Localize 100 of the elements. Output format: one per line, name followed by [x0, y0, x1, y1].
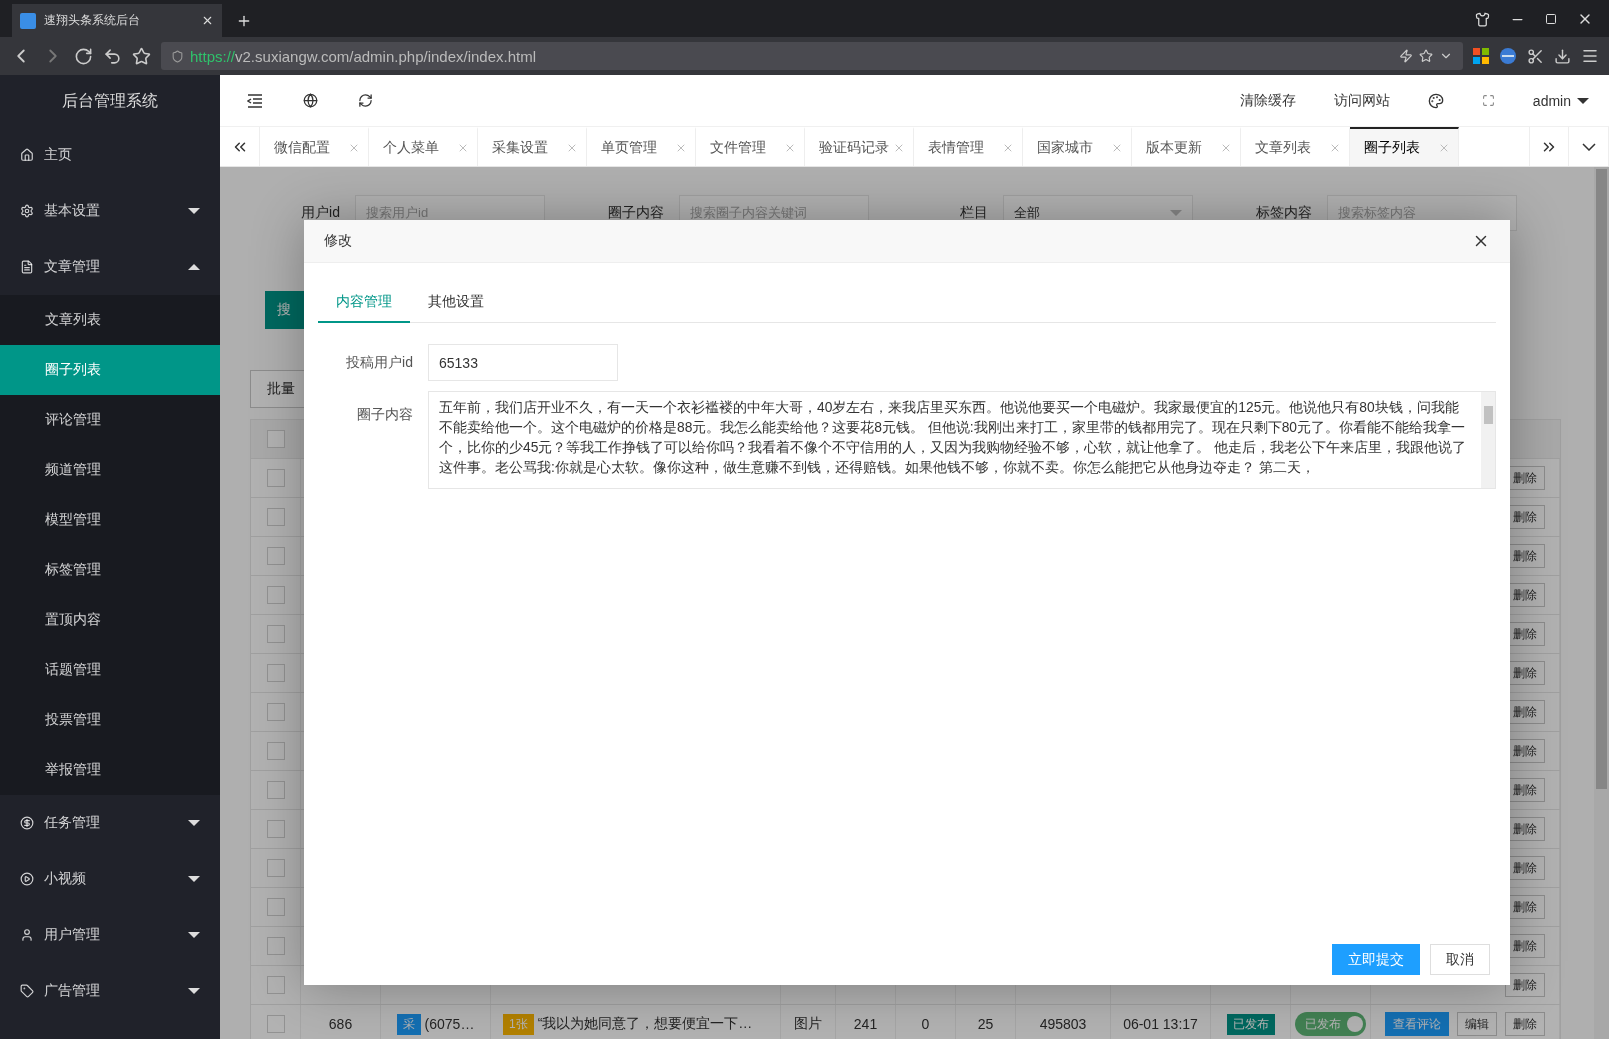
dialog-tab[interactable]: 内容管理	[318, 283, 410, 323]
field-label: 投稿用户id	[345, 353, 413, 372]
sidebar-subitem[interactable]: 评论管理	[0, 395, 220, 445]
edit-button[interactable]: 编辑	[1457, 1012, 1497, 1036]
maximize-icon[interactable]	[1545, 13, 1557, 25]
checkbox[interactable]	[266, 976, 285, 994]
image-count-tag: 1张	[503, 1013, 534, 1035]
checkbox[interactable]	[266, 508, 285, 526]
table-cell: 0	[896, 1005, 956, 1039]
scroll-right-button[interactable]	[1529, 127, 1569, 166]
user-menu[interactable]: admin	[1532, 92, 1589, 109]
sidebar-subitem[interactable]: 模型管理	[0, 495, 220, 545]
play-icon	[20, 872, 34, 886]
browser-tab[interactable]: 速翔头条系统后台	[12, 4, 222, 37]
filter-label: 用户id	[300, 204, 340, 222]
page-tab[interactable]: 圈子列表	[1350, 127, 1459, 166]
filter-label: 标签内容	[1255, 204, 1312, 222]
menu-fold-icon[interactable]	[247, 93, 263, 108]
checkbox[interactable]	[266, 703, 285, 721]
menu-icon[interactable]	[1581, 47, 1599, 65]
sidebar-subitem[interactable]: 圈子列表	[0, 345, 220, 395]
delete-button[interactable]: 删除	[1505, 973, 1545, 997]
caret-icon	[1577, 97, 1589, 104]
header-link[interactable]: 清除缓存	[1239, 91, 1296, 110]
checkbox[interactable]	[266, 1015, 285, 1033]
checkbox[interactable]	[266, 820, 285, 838]
user-icon	[20, 928, 34, 942]
lightning-icon[interactable]	[1399, 49, 1413, 63]
scrollbar[interactable]	[1594, 167, 1609, 1039]
sidebar-item[interactable]: 主页	[0, 127, 220, 183]
sidebar-title: 后台管理系统	[61, 90, 159, 111]
star-icon[interactable]	[132, 46, 151, 66]
table-cell: 25	[956, 1005, 1016, 1039]
content-text: “我以为她同意了，想要便宜一下…	[537, 1015, 753, 1033]
sidebar-subitem[interactable]: 投票管理	[0, 695, 220, 745]
sidebar-subitem[interactable]: 举报管理	[0, 745, 220, 795]
new-tab-icon[interactable]	[236, 13, 252, 29]
filter-label: 圈子内容	[607, 204, 664, 222]
checkbox[interactable]	[266, 742, 285, 760]
undo-icon[interactable]	[103, 46, 122, 66]
chevron-down-icon	[1581, 142, 1596, 151]
dialog-title: 修改	[324, 232, 352, 250]
close-icon[interactable]	[201, 14, 214, 27]
checkbox[interactable]	[266, 664, 285, 682]
source-tag: 采	[396, 1013, 421, 1035]
table-cell: 495803	[1016, 1005, 1111, 1039]
checkbox[interactable]	[266, 781, 285, 799]
gear-icon	[20, 204, 34, 218]
field-label: 圈子内容	[356, 405, 413, 424]
star-icon[interactable]	[1419, 49, 1433, 63]
caret-icon	[188, 208, 200, 214]
filter-label: 栏目	[959, 204, 988, 222]
caret-icon	[188, 932, 200, 938]
sidebar-item[interactable]: 小视频	[0, 851, 220, 907]
refresh-icon[interactable]	[358, 93, 373, 108]
sidebar-item[interactable]: 文章管理	[0, 239, 220, 295]
sidebar-item[interactable]: 基本设置	[0, 183, 220, 239]
checkbox[interactable]	[266, 859, 285, 877]
caret-icon	[188, 876, 200, 882]
sidebar-subitem[interactable]: 文章列表	[0, 295, 220, 345]
checkbox[interactable]	[266, 469, 285, 487]
checkbox[interactable]	[266, 898, 285, 916]
palette-icon[interactable]	[1427, 92, 1444, 109]
table-cell: 241	[836, 1005, 896, 1039]
dialog-tab[interactable]: 其他设置	[410, 283, 502, 323]
checkbox[interactable]	[266, 937, 285, 955]
caret-icon	[188, 988, 200, 994]
text-area[interactable]: 五年前，我们店开业不久，有一天一个衣衫褴褛的中年大哥，40岁左右，来我店里买东西。他说他要买一个电磁炉。我家最便宜的125元。他说他只有80块钱，问我能不能卖给他一个。这个电磁炉的价格是88元。我怎么能卖给他？这要花8元钱。 但他说:我刚出来打工，家里带的钱都用完了。现在只剩下80元了。你看能不能给我拿一个，比你的少45元？等我工作挣钱了可以给你吗？我看着不像个不守信用的人，又因为我购物经验不够，心软，就让他拿了。 他走后，我老公下午来店里，我跟他说了这件事。老公骂我:你就是心太软。像你这种，做生意赚不到钱，还得赔钱。如果他钱不够，你就不卖。你怎么能把它从他身边夺走？ 第二天，	[428, 391, 1496, 489]
checkbox[interactable]	[266, 547, 285, 565]
caret-icon	[188, 264, 200, 270]
sidebar-subitem[interactable]: 频道管理	[0, 445, 220, 495]
status-tag: 已发布	[1226, 1013, 1275, 1035]
apps-icon[interactable]	[1473, 48, 1489, 64]
cancel-button[interactable]: 取消	[1430, 944, 1490, 975]
dollar-icon	[20, 816, 34, 830]
sidebar-item[interactable]: 用户管理	[0, 907, 220, 963]
sidebar-subitem[interactable]: 话题管理	[0, 645, 220, 695]
fullscreen-icon[interactable]	[1481, 94, 1495, 107]
sidebar-subitem[interactable]: 标签管理	[0, 545, 220, 595]
document-icon	[20, 260, 34, 274]
header-link[interactable]: 访问网站	[1333, 91, 1390, 110]
sidebar-item[interactable]: 广告管理	[0, 963, 220, 1019]
address-field[interactable]: https://v2.suxiangw.com/admin.php/index/index.html	[161, 42, 1463, 70]
checkbox[interactable]	[266, 430, 285, 448]
shield-icon[interactable]	[171, 49, 184, 63]
delete-button[interactable]: 删除	[1505, 1012, 1545, 1036]
sidebar-subitem[interactable]: 置顶内容	[0, 595, 220, 645]
sidebar-item[interactable]: 任务管理	[0, 795, 220, 851]
site-icon	[20, 12, 36, 29]
caret-icon	[188, 820, 200, 826]
scissors-icon[interactable]	[1527, 47, 1544, 65]
home-icon	[20, 148, 34, 162]
table-cell: 06-01 13:17	[1111, 1005, 1211, 1039]
checkbox[interactable]	[266, 625, 285, 643]
download-icon[interactable]	[1554, 47, 1571, 65]
user-text: (6075…	[424, 1016, 475, 1032]
reload-icon[interactable]	[74, 46, 93, 66]
checkbox[interactable]	[266, 586, 285, 604]
input-field[interactable]: 65133	[428, 344, 618, 381]
skin-icon[interactable]	[1475, 11, 1490, 27]
